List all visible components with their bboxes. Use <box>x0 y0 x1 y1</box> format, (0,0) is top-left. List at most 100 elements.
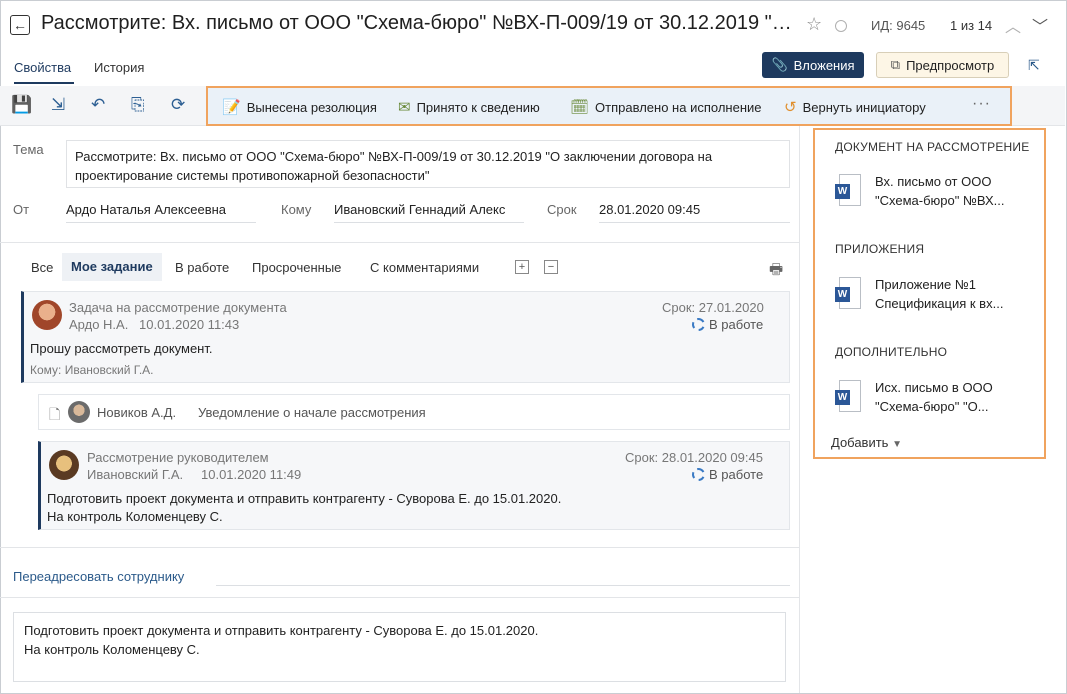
task-due: Срок: 27.01.2020 <box>662 300 764 315</box>
active-tab-underline <box>14 82 74 84</box>
preview-button[interactable]: ⧉ Предпросмотр <box>876 52 1009 78</box>
comment-field[interactable]: Подготовить проект документа и отправить… <box>13 612 786 682</box>
file-name: Вх. письмо от ООО "Схема-бюро" №ВХ... <box>875 174 1005 208</box>
redirect-link[interactable]: Переадресовать сотруднику <box>13 569 184 584</box>
task-text: Прошу рассмотреть документ. <box>30 341 213 356</box>
collapse-all-icon[interactable]: − <box>544 260 558 274</box>
add-file-button[interactable]: Добавить ▼ <box>831 435 902 450</box>
status-badge: В работе <box>692 317 763 332</box>
filter-overdue[interactable]: Просроченные <box>252 260 341 275</box>
action-label: Вынесена резолюция <box>246 99 377 115</box>
print-icon[interactable]: 🖶 <box>769 259 783 284</box>
avatar <box>49 450 79 480</box>
from-label: От <box>13 202 30 217</box>
action-label: Отправлено на исполнение <box>595 99 762 115</box>
task-text: На контроль Коломенцеву С. <box>47 509 223 524</box>
in-progress-icon <box>692 468 705 481</box>
action-label: Вернуть инициатору <box>802 99 926 115</box>
task-created: 10.01.2020 11:49 <box>201 467 302 482</box>
more-actions-button[interactable]: ··· <box>972 95 991 113</box>
task-recipient: Кому: Ивановский Г.А. <box>30 363 154 377</box>
file-item[interactable]: W Вх. письмо от ООО "Схема-бюро" №ВХ... <box>835 172 1035 212</box>
task-type: Задача на рассмотрение документа <box>69 300 287 315</box>
redirect-field[interactable] <box>216 585 790 586</box>
calendar-check-icon: 🗓 <box>570 99 590 116</box>
task-created: 10.01.2020 11:43 <box>139 317 240 332</box>
document-icon: 🗋 <box>49 406 61 422</box>
section-heading: ДОПОЛНИТЕЛЬНО <box>835 345 948 359</box>
status-circle-icon[interactable] <box>835 20 847 32</box>
word-file-icon: W <box>835 380 861 412</box>
task-author: Ивановский Г.А. <box>87 467 184 482</box>
status-badge: В работе <box>692 467 763 482</box>
document-id: ИД: 9645 <box>871 18 926 33</box>
attachments-button-label: Вложения <box>793 57 855 73</box>
resolution-doc-icon: 📝 <box>222 99 241 116</box>
action-return-to-initiator-button[interactable]: ↺ Вернуть инициатору <box>784 98 926 116</box>
subject-label: Тема <box>13 142 44 157</box>
save-and-close-icon[interactable]: ⇲ <box>51 95 65 115</box>
action-sent-to-execution-button[interactable]: 🗓 Отправлено на исполнение <box>570 98 762 116</box>
tab-history[interactable]: История <box>94 60 144 75</box>
divider <box>0 597 799 598</box>
envelope-check-icon: ✉ <box>398 99 411 116</box>
divider <box>0 547 799 548</box>
word-file-icon: W <box>835 174 861 206</box>
subject-field[interactable]: Рассмотрите: Вх. письмо от ООО "Схема-бю… <box>66 140 790 188</box>
copy-icon[interactable]: ⎘ <box>131 95 145 115</box>
chevron-down-icon: ▼ <box>892 439 902 450</box>
section-heading: ПРИЛОЖЕНИЯ <box>835 242 925 256</box>
star-icon[interactable]: ☆ <box>806 14 822 35</box>
file-item[interactable]: W Приложение №1 Спецификация к вх... <box>835 275 1035 315</box>
file-name: Приложение №1 Спецификация к вх... <box>875 277 1004 311</box>
undo-icon[interactable]: ↶ <box>91 95 105 115</box>
notification-author: Новиков А.Д. <box>97 405 177 420</box>
page-title: Рассмотрите: Вх. письмо от ООО "Схема-бю… <box>41 12 797 34</box>
toolbar: 💾 ⇲ ↶ ⎘ ⟳ 📝 Вынесена резолюция ✉ Принято… <box>0 86 1065 126</box>
panel-divider <box>799 126 800 693</box>
paperclip-icon: 📎 <box>771 57 788 72</box>
files-panel: ДОКУМЕНТ НА РАССМОТРЕНИЕ W Вх. письмо от… <box>813 128 1046 459</box>
action-resolution-button[interactable]: 📝 Вынесена резолюция <box>222 98 377 116</box>
file-name: Исх. письмо в ООО "Схема-бюро" "О... <box>875 380 993 414</box>
expand-all-icon[interactable]: + <box>515 260 529 274</box>
in-progress-icon <box>692 318 705 331</box>
return-arrow-icon: ↺ <box>784 99 797 116</box>
due-label: Срок <box>547 202 577 217</box>
to-label: Кому <box>281 202 312 217</box>
task-due: Срок: 28.01.2020 09:45 <box>625 450 763 465</box>
file-item[interactable]: W Исх. письмо в ООО "Схема-бюро" "О... <box>835 378 1035 418</box>
notification-type: Уведомление о начале рассмотрения <box>198 405 426 420</box>
to-field[interactable]: Ивановский Геннадий Алекс <box>334 202 524 223</box>
chevron-down-icon[interactable]: ﹀ <box>1032 13 1048 37</box>
from-field[interactable]: Ардо Наталья Алексеевна <box>66 202 256 223</box>
status-label: В работе <box>709 317 764 332</box>
due-field[interactable]: 28.01.2020 09:45 <box>599 202 790 223</box>
action-label: Принято к сведению <box>416 99 540 115</box>
notification-row[interactable]: 🗋 Новиков А.Д. Уведомление о начале расс… <box>38 394 790 430</box>
filter-with-comments[interactable]: С комментариями <box>370 260 479 275</box>
task-author: Ардо Н.А. <box>69 317 129 332</box>
filter-all[interactable]: Все <box>31 260 53 275</box>
tabs-bar: Свойства История 📎 Вложения ⧉ Предпросмо… <box>0 50 1065 86</box>
word-file-icon: W <box>835 277 861 309</box>
header: ← Рассмотрите: Вх. письмо от ООО "Схема-… <box>0 0 1065 50</box>
preview-icon: ⧉ <box>890 57 901 72</box>
filter-in-work[interactable]: В работе <box>175 260 229 275</box>
status-label: В работе <box>709 467 764 482</box>
task-type: Рассмотрение руководителем <box>87 450 269 465</box>
save-icon[interactable]: 💾 <box>11 95 32 115</box>
open-in-new-window-icon[interactable]: ⇱ <box>1028 57 1040 74</box>
task-card[interactable]: Рассмотрение руководителем Ивановский Г.… <box>38 441 790 530</box>
action-acknowledged-button[interactable]: ✉ Принято к сведению <box>398 98 540 116</box>
section-heading: ДОКУМЕНТ НА РАССМОТРЕНИЕ <box>835 140 1030 154</box>
refresh-icon[interactable]: ⟳ <box>171 95 185 115</box>
back-arrow-icon[interactable]: ← <box>10 15 30 35</box>
add-label: Добавить <box>831 435 889 450</box>
avatar <box>68 401 90 423</box>
task-card[interactable]: Задача на рассмотрение документа Ардо Н.… <box>21 291 790 383</box>
filter-my-task[interactable]: Мое задание <box>62 253 162 281</box>
tab-properties[interactable]: Свойства <box>14 60 71 75</box>
attachments-button[interactable]: 📎 Вложения <box>762 52 864 78</box>
chevron-up-icon[interactable]: ︿ <box>1005 13 1021 37</box>
